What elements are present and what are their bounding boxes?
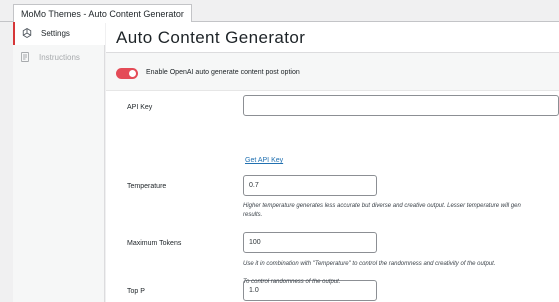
openai-icon <box>22 27 32 39</box>
settings-form: API Key Get API Key Temperature 0.7 High… <box>106 91 559 302</box>
temperature-help-line2: results. <box>243 212 263 218</box>
settings-panel: Enable OpenAI auto generate content post… <box>106 53 559 302</box>
top-p-label: Top P <box>127 288 145 295</box>
tab-bar: MoMo Themes - Auto Content Generator <box>0 0 559 23</box>
max-tokens-label: Maximum Tokens <box>127 240 182 247</box>
enable-option-row: Enable OpenAI auto generate content post… <box>106 53 559 91</box>
toggle-knob <box>129 70 136 77</box>
tab-auto-content-generator[interactable]: MoMo Themes - Auto Content Generator <box>13 4 192 23</box>
sidebar-item-label: Instructions <box>39 53 80 62</box>
sidebar-item-settings[interactable]: Settings <box>13 22 105 45</box>
temperature-help: Higher temperature generates less accura… <box>243 202 521 220</box>
temperature-help-line1: Higher temperature generates less accura… <box>243 203 521 209</box>
document-icon <box>21 52 29 62</box>
sidebar-item-instructions[interactable]: Instructions <box>13 46 105 69</box>
enable-openai-toggle[interactable] <box>116 68 138 79</box>
temperature-label: Temperature <box>127 183 167 190</box>
enable-openai-label: Enable OpenAI auto generate content post… <box>146 69 300 76</box>
page-title: Auto Content Generator <box>116 28 306 47</box>
top-p-help: To control randomness of the output. <box>243 279 341 285</box>
max-tokens-help: Use it in combination with "Temperature"… <box>243 261 496 267</box>
main-content: Auto Content Generator Enable OpenAI aut… <box>106 22 559 302</box>
settings-sidebar: Settings Instructions <box>13 22 105 302</box>
get-api-key-link[interactable]: Get API Key <box>245 157 283 164</box>
sidebar-item-label: Settings <box>41 29 70 38</box>
api-key-label: API Key <box>127 104 153 111</box>
temperature-field[interactable]: 0.7 <box>243 175 377 196</box>
api-key-field[interactable] <box>243 95 559 116</box>
max-tokens-field[interactable]: 100 <box>243 232 377 253</box>
